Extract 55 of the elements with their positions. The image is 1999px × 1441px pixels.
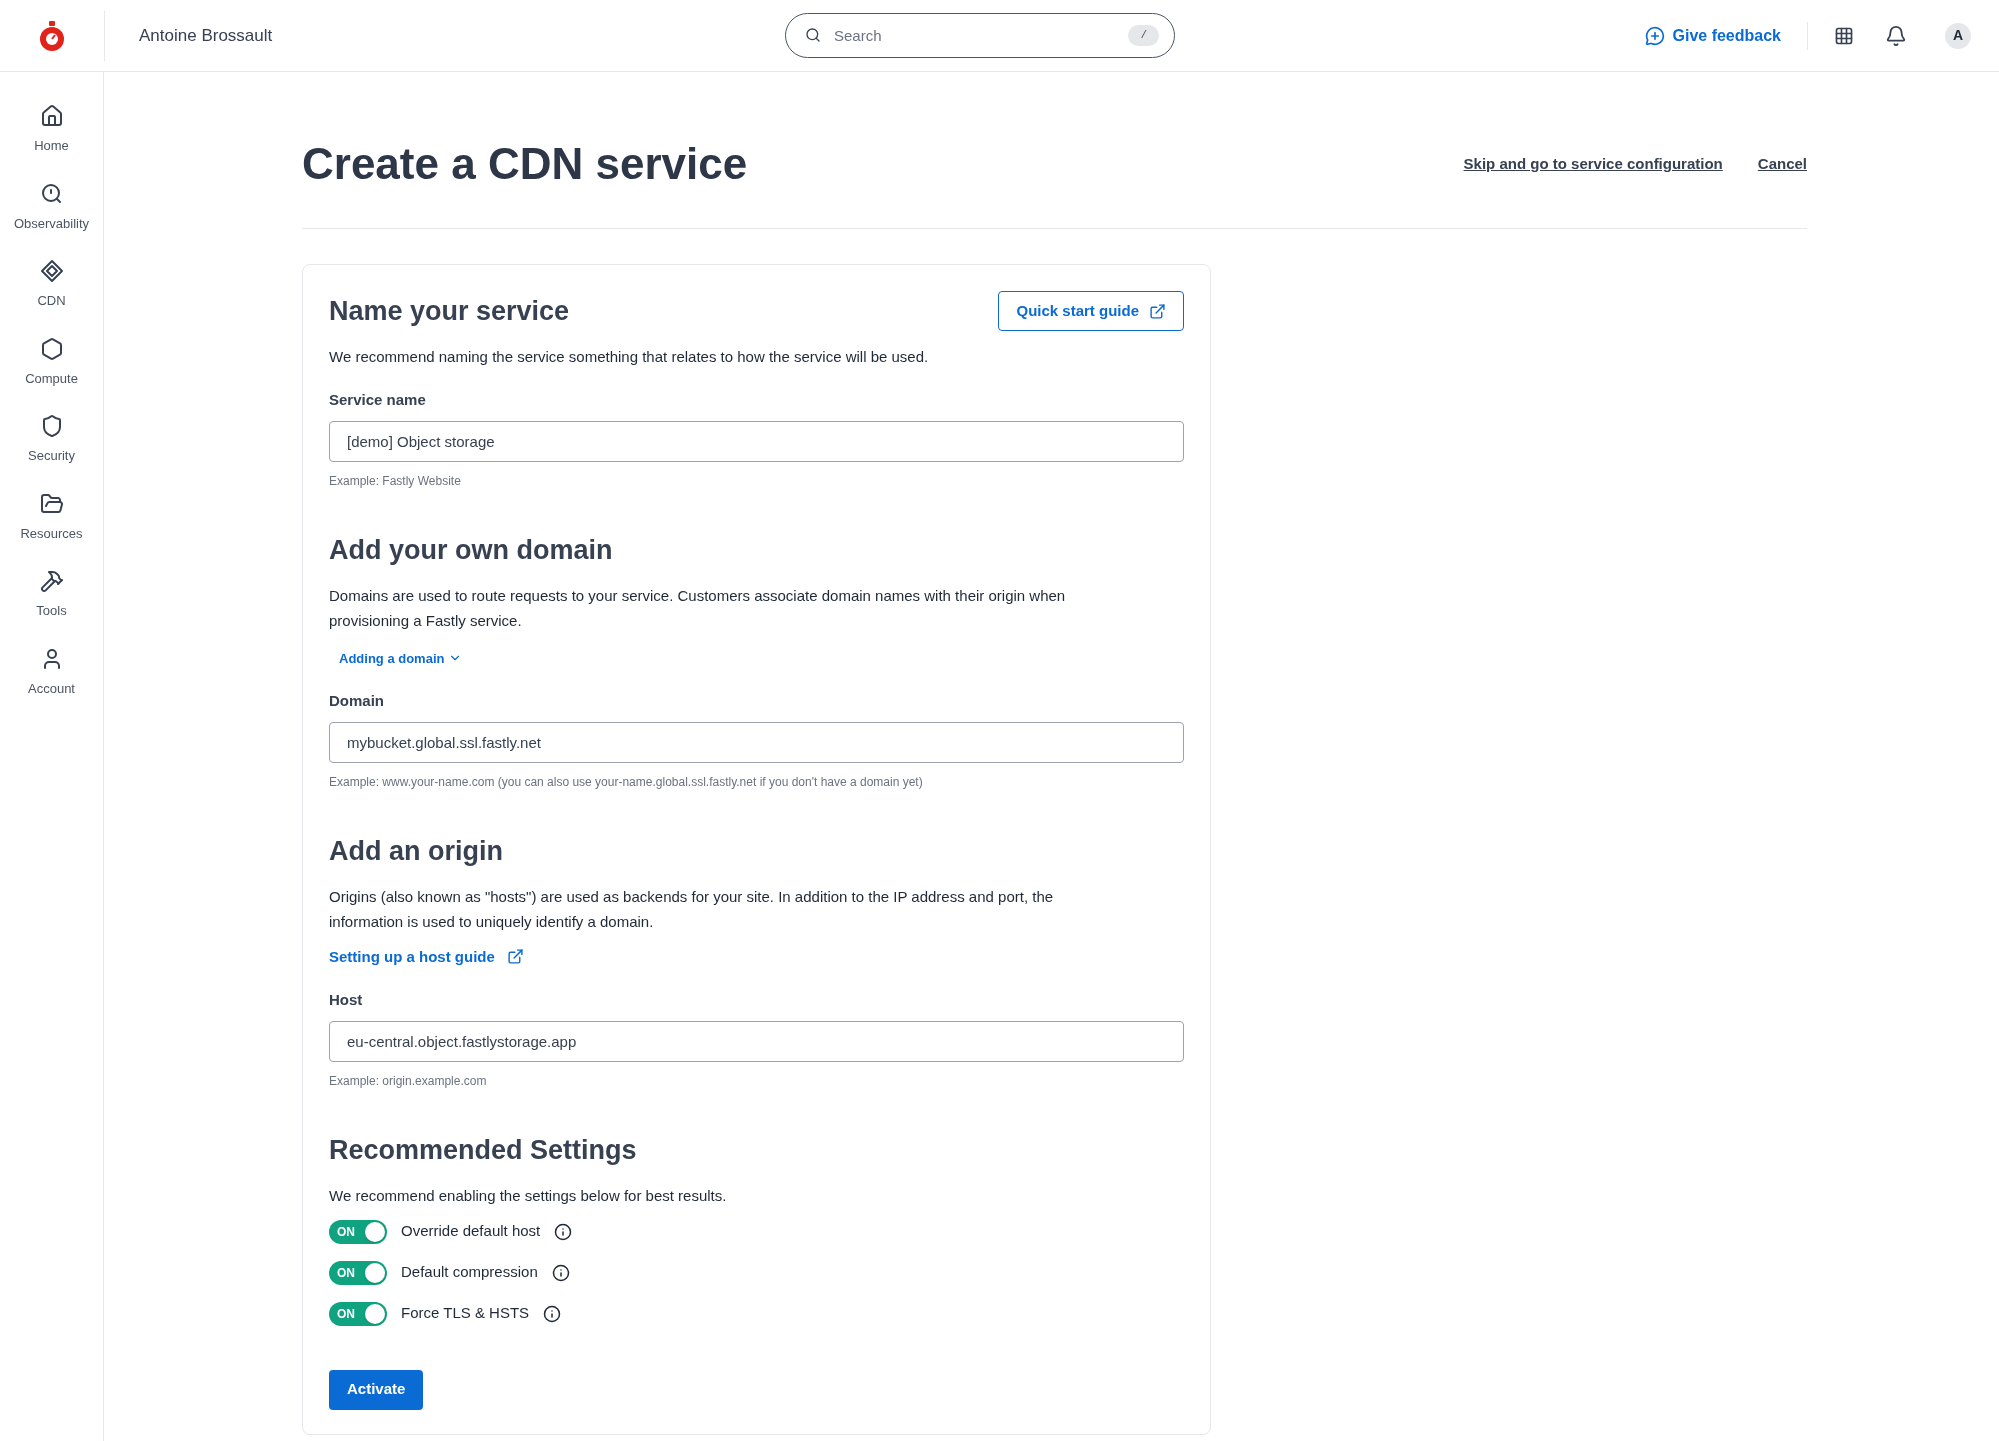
- guide-link[interactable]: Setting up a host guide: [329, 945, 524, 968]
- magnifier-icon: [39, 181, 64, 206]
- section-title: Add your own domain: [329, 534, 613, 567]
- external-link-icon: [506, 948, 524, 966]
- hexagon-icon: [39, 336, 64, 361]
- setting-label: Force TLS & HSTS: [401, 1303, 530, 1324]
- sidebar-item[interactable]: Security: [1, 414, 102, 466]
- setting-label: Override default host: [401, 1221, 541, 1242]
- activate-button[interactable]: Activate: [329, 1369, 424, 1410]
- section-description: Origins (also known as "hosts") are used as backends for your site. In addition to the IP address and port, the information is used to uniquely identify a domain.: [329, 886, 1055, 932]
- tools-icon: [39, 569, 64, 593]
- section-description: Domains are used to route requests to your service. Customers associate domain names with their origin when provisioning a Fastly service.: [329, 585, 1067, 631]
- notifications-icon[interactable]: [1885, 24, 1907, 47]
- shortcut-key: /: [1128, 25, 1159, 46]
- text-input[interactable]: [demo] Object storage: [329, 421, 1184, 462]
- sidebar-item[interactable]: Resources: [1, 491, 102, 543]
- sidebar-item[interactable]: Compute: [1, 336, 102, 388]
- section-title: Recommended Settings: [329, 1134, 637, 1167]
- chat-plus-icon: [1644, 25, 1665, 46]
- field-label: Domain: [329, 690, 385, 711]
- cancel-link[interactable]: Cancel: [1757, 152, 1807, 176]
- home-icon: [39, 104, 64, 128]
- info-icon[interactable]: [551, 1263, 570, 1282]
- feedback-link[interactable]: Give feedback: [1644, 23, 1781, 48]
- account-name: Antoine Brossault: [139, 24, 274, 47]
- info-icon[interactable]: [543, 1304, 562, 1323]
- diamond-icon: [39, 259, 64, 283]
- skip-link[interactable]: Skip and go to service configuration: [1463, 152, 1723, 176]
- sidebar-item[interactable]: CDN: [1, 259, 102, 311]
- field-hint: Example: Fastly Website: [329, 473, 462, 490]
- disclosure-link[interactable]: Adding a domain: [339, 648, 463, 668]
- section-title: Add an origin: [329, 835, 503, 868]
- user-avatar[interactable]: A: [1945, 22, 1971, 49]
- section-title: Name your service: [329, 295, 570, 328]
- field-label: Service name: [329, 389, 427, 410]
- page-title: Create a CDN service: [302, 138, 748, 190]
- info-icon[interactable]: [554, 1222, 573, 1241]
- field-hint: Example: origin.example.com: [329, 1073, 488, 1090]
- field-hint: Example: www.your-name.com (you can also use your-name.global.ssl.fastly.net if you don't have a domain yet): [329, 774, 924, 791]
- external-link-icon: [1149, 302, 1166, 320]
- folder-icon: [39, 491, 64, 516]
- text-input[interactable]: mybucket.global.ssl.fastly.net: [329, 722, 1184, 763]
- text-input[interactable]: eu-central.object.fastlystorage.app: [329, 1021, 1184, 1062]
- section-description: We recommend naming the service something that relates to how the service will be used.: [329, 346, 930, 367]
- sidebar-item[interactable]: Home: [1, 104, 102, 156]
- logo-icon[interactable]: [37, 19, 67, 52]
- sidebar-item[interactable]: Tools: [1, 569, 102, 621]
- field-label: Host: [329, 989, 364, 1010]
- sidebar-item[interactable]: Account: [1, 646, 102, 698]
- setting-label: Default compression: [401, 1262, 538, 1283]
- apps-grid-icon[interactable]: [1834, 25, 1854, 46]
- section-description: We recommend enabling the settings below for best results.: [329, 1185, 728, 1206]
- search-icon: [805, 27, 821, 43]
- quick-start-button[interactable]: Quick start guide: [998, 291, 1184, 332]
- sidebar-item[interactable]: Observability: [1, 181, 102, 233]
